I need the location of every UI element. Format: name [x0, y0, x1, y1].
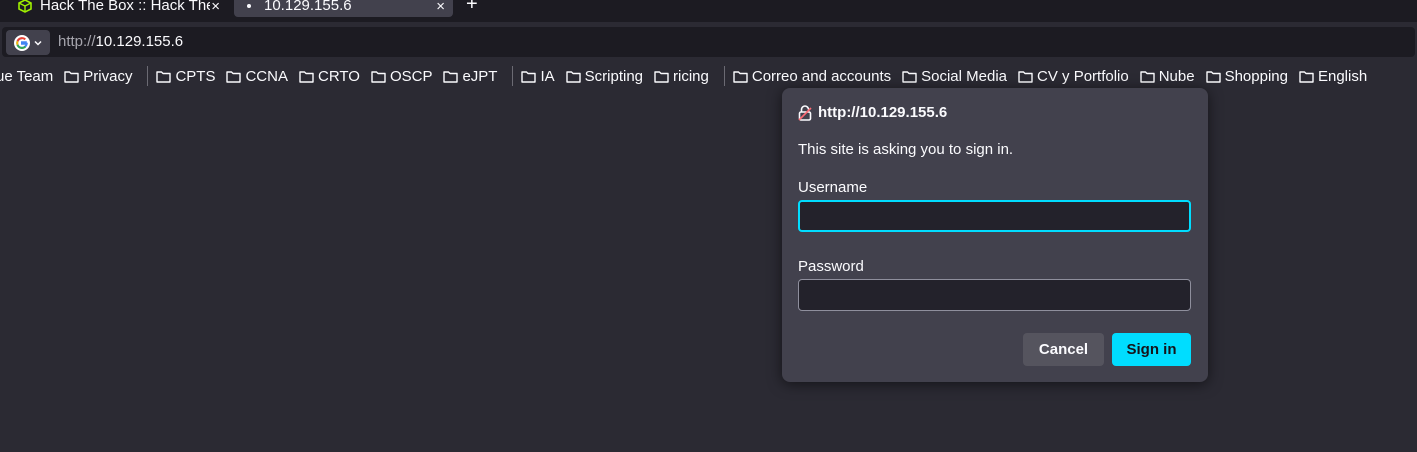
folder-icon: [1018, 70, 1033, 83]
auth-dialog: http://10.129.155.6 This site is asking …: [782, 88, 1208, 382]
loading-icon: [247, 3, 251, 8]
folder-icon: [226, 70, 242, 83]
google-icon: [13, 34, 30, 51]
bookmark-label: CRTO: [317, 67, 360, 85]
chevron-down-icon: [33, 40, 42, 46]
bookmark-separator: [723, 66, 725, 86]
bookmark-folder[interactable]: Social Media: [902, 68, 1012, 85]
bookmark-label: Scripting: [584, 67, 644, 85]
password-label: Password: [798, 258, 864, 275]
bookmark-folder[interactable]: CV y Portfolio: [1018, 68, 1134, 85]
username-label: Username: [798, 179, 868, 196]
search-engine-button[interactable]: [6, 30, 50, 55]
folder-icon: [902, 70, 917, 83]
bookmark-label: Privacy: [83, 67, 133, 85]
dialog-header: http://10.129.155.6: [798, 104, 947, 121]
new-tab-button[interactable]: +: [466, 0, 478, 16]
close-tab-icon[interactable]: ×: [436, 0, 445, 15]
bookmark-folder[interactable]: Correo and accounts: [733, 68, 896, 85]
username-input[interactable]: [798, 200, 1191, 232]
bookmark-folder[interactable]: IA: [521, 68, 559, 85]
bookmark-label: Nube: [1158, 67, 1195, 85]
bookmark-folder[interactable]: Shopping: [1205, 67, 1293, 85]
bookmarks-bar: ue Team Privacy CPTS CCNA CRTO OSCP eJPT IA Scri…: [0, 62, 1417, 90]
folder-icon: [565, 70, 581, 83]
folder-icon: [521, 70, 537, 83]
tab-title: 10.129.155.6: [264, 0, 352, 14]
bookmark-label: CPTS: [175, 67, 216, 85]
insecure-lock-icon: [798, 104, 812, 121]
folder-icon: [64, 70, 79, 83]
bookmark-folder[interactable]: CCNA: [226, 68, 293, 85]
tab-title: Hack The Box :: Hack The Box: [40, 0, 210, 14]
bookmark-label: Social Media: [921, 67, 1008, 85]
bookmark-label: English: [1317, 67, 1368, 85]
bookmark-folder[interactable]: ricing: [654, 68, 714, 85]
bookmark-folder[interactable]: Nube: [1140, 68, 1200, 85]
folder-icon: [1299, 70, 1314, 83]
bookmark-folder[interactable]: Scripting: [565, 67, 648, 85]
bookmark-folder[interactable]: OSCP: [371, 68, 438, 85]
bookmark-folder[interactable]: ue Team: [0, 68, 58, 85]
bookmark-label: IA: [540, 67, 555, 85]
htb-cube-icon: [18, 0, 32, 13]
bookmark-label: CCNA: [245, 67, 288, 85]
folder-icon: [299, 70, 314, 83]
url-protocol: http://: [58, 33, 96, 50]
tab-strip: Hack The Box :: Hack The Box × 10.129.15…: [0, 0, 1417, 22]
folder-icon: [156, 70, 172, 83]
bookmark-folder[interactable]: eJPT: [443, 68, 502, 85]
nav-bar: http://10.129.155.6: [0, 22, 1417, 62]
bookmark-label: ue Team: [0, 67, 54, 85]
folder-icon: [1205, 70, 1221, 83]
close-tab-icon[interactable]: ×: [211, 0, 220, 15]
dialog-message: This site is asking you to sign in.: [798, 141, 1014, 158]
bookmark-folder[interactable]: Privacy: [64, 68, 137, 85]
folder-icon: [733, 70, 748, 83]
bookmark-label: ricing: [673, 67, 709, 85]
folder-icon: [654, 70, 669, 83]
folder-icon: [371, 70, 386, 83]
bookmark-label: Shopping: [1224, 67, 1288, 85]
bookmark-label: eJPT: [462, 67, 498, 85]
cancel-button[interactable]: Cancel: [1023, 333, 1104, 366]
bookmark-separator: [512, 66, 514, 86]
bookmark-folder[interactable]: English: [1299, 68, 1372, 85]
folder-icon: [443, 70, 459, 83]
url-text[interactable]: http://10.129.155.6: [58, 33, 183, 50]
bookmark-label: Correo and accounts: [751, 67, 892, 85]
dialog-origin: http://10.129.155.6: [818, 104, 948, 121]
folder-icon: [1140, 70, 1155, 83]
bookmark-label: CV y Portfolio: [1037, 67, 1129, 85]
bookmark-separator: [147, 66, 149, 86]
url-host: 10.129.155.6: [95, 33, 184, 50]
url-bar[interactable]: http://10.129.155.6: [2, 27, 1415, 57]
bookmark-folder[interactable]: CRTO: [299, 68, 365, 85]
bookmark-label: OSCP: [389, 67, 433, 85]
password-input[interactable]: [798, 279, 1191, 311]
sign-in-button[interactable]: Sign in: [1112, 333, 1191, 366]
tab-active-ip[interactable]: 10.129.155.6 ×: [234, 0, 453, 17]
tab-hackthebox[interactable]: Hack The Box :: Hack The Box ×: [10, 0, 228, 17]
bookmark-folder[interactable]: CPTS: [156, 68, 220, 85]
